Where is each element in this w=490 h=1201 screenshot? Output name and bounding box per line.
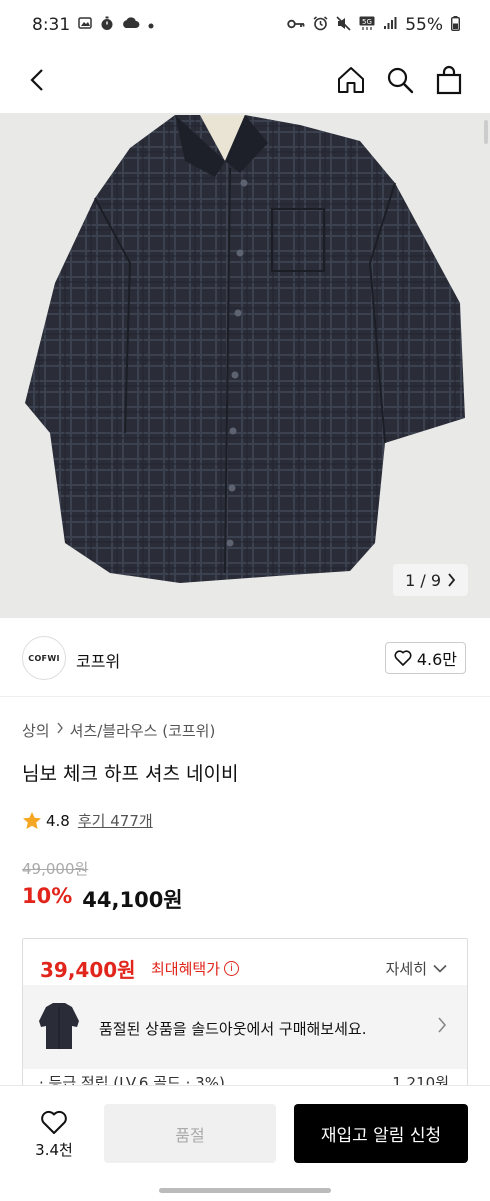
5g-icon: 5G [359, 16, 375, 35]
heart-icon [41, 1110, 67, 1134]
soldout-button: 품절 [104, 1104, 276, 1163]
restock-alert-button[interactable]: 재입고 알림 신청 [294, 1104, 468, 1163]
wishlist-count: 3.4천 [35, 1141, 73, 1159]
sale-price: 44,100원 [82, 888, 183, 912]
max-benefit-price: 39,400원 [40, 958, 136, 982]
breadcrumb: 상의 셔츠/블라우스 (코프위) [22, 720, 215, 741]
original-price: 49,000원 [22, 860, 89, 878]
star-icon [23, 812, 41, 829]
info-icon[interactable]: i [224, 961, 240, 976]
rating-value: 4.8 [46, 811, 70, 830]
max-benefit-label-text: 최대혜택가 [151, 960, 221, 978]
shopping-bag-icon [436, 65, 462, 95]
home-indicator[interactable] [159, 1188, 331, 1193]
status-bar: 8:31 5G 55% [0, 0, 490, 50]
brand-name[interactable]: 코프위 [76, 648, 120, 672]
details-label: 자세히 [385, 960, 427, 978]
max-benefit-label[interactable]: 최대혜택가 i [151, 958, 240, 979]
price-row: 10% 44,100원 [22, 884, 183, 914]
search-icon [387, 67, 414, 94]
svg-text:5G: 5G [362, 18, 372, 26]
signal-icon [383, 16, 397, 34]
chevron-down-icon [433, 964, 447, 973]
product-shirt-image [25, 115, 465, 583]
cloud-icon [122, 17, 140, 33]
home-button[interactable] [333, 62, 369, 98]
chevron-right-icon [448, 573, 456, 587]
status-time: 8:31 [32, 15, 71, 35]
status-left: 8:31 [32, 15, 154, 35]
battery-icon [450, 15, 460, 35]
cart-button[interactable] [431, 62, 467, 98]
discount-rate: 10% [22, 884, 73, 908]
brand-logo[interactable]: COFWI [22, 636, 66, 680]
soldout-banner[interactable]: 품절된 상품을 솔드아웃에서 구매해보세요. [23, 985, 467, 1069]
image-page-indicator[interactable]: 1 / 9 [393, 564, 468, 596]
scrollbar[interactable] [484, 120, 488, 144]
benefit-header: 39,400원 최대혜택가 i 자세히 [23, 939, 467, 991]
status-right: 5G 55% [287, 15, 460, 35]
shirt-thumbnail-icon [39, 1003, 79, 1049]
heart-icon [394, 650, 412, 666]
alarm-icon [313, 15, 328, 35]
breadcrumb-separator-icon [56, 720, 64, 741]
gallery-icon [78, 16, 92, 34]
chevron-right-icon [437, 1017, 447, 1038]
stopwatch-icon [100, 16, 114, 35]
top-navigation [0, 52, 490, 108]
chevron-left-icon [30, 69, 43, 91]
brand-row: COFWI 코프위 4.6만 [0, 620, 490, 697]
mute-icon [336, 15, 351, 35]
breadcrumb-category[interactable]: 상의 [22, 720, 50, 741]
search-button[interactable] [382, 62, 418, 98]
product-title: 님보 체크 하프 셔츠 네이비 [22, 763, 239, 785]
page-indicator-text: 1 / 9 [405, 570, 441, 590]
home-icon [338, 67, 364, 93]
rating-row: 4.8 후기 477개 [22, 810, 153, 831]
review-count-link[interactable]: 후기 477개 [78, 810, 153, 831]
back-button[interactable] [20, 62, 56, 98]
bottom-action-bar: 3.4천 품절 재입고 알림 신청 [0, 1085, 490, 1201]
product-image-carousel[interactable]: 1 / 9 [0, 113, 490, 618]
key-icon [287, 17, 305, 33]
soldout-message: 품절된 상품을 솔드아웃에서 구매해보세요. [99, 1020, 367, 1038]
benefit-details-button[interactable]: 자세히 [386, 958, 447, 979]
wishlist-button[interactable]: 3.4천 [22, 1104, 86, 1166]
breadcrumb-subcategory[interactable]: 셔츠/블라우스 (코프위) [70, 720, 216, 741]
brand-logo-text: COFWI [28, 653, 60, 663]
dot-icon [148, 17, 154, 33]
brand-like-count: 4.6만 [416, 650, 457, 669]
brand-like-button[interactable]: 4.6만 [384, 642, 466, 674]
battery-percent: 55% [405, 15, 443, 35]
